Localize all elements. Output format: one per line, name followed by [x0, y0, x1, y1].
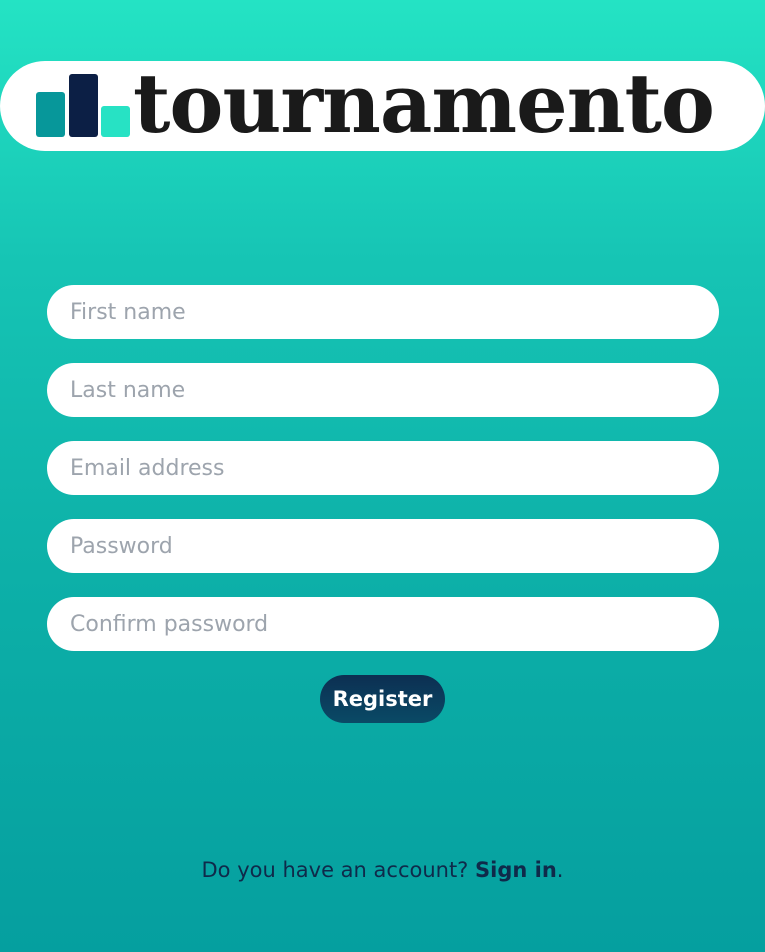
- email-field[interactable]: [47, 441, 719, 495]
- register-button[interactable]: Register: [320, 675, 445, 723]
- logo-bar-small: [101, 106, 130, 137]
- logo-wordmark: tournamento: [133, 57, 715, 152]
- signin-prompt-suffix: .: [556, 858, 564, 882]
- logo-bar-tall: [69, 74, 98, 137]
- signin-prompt-text: Do you have an account?: [201, 858, 476, 882]
- signin-prompt: Do you have an account? Sign in.: [0, 858, 765, 882]
- password-field[interactable]: [47, 519, 719, 573]
- bar-chart-icon: [36, 74, 132, 138]
- confirm-password-field[interactable]: [47, 597, 719, 651]
- logo-bar-short: [36, 92, 65, 137]
- last-name-field[interactable]: [47, 363, 719, 417]
- logo-banner: tournamento: [0, 57, 765, 152]
- first-name-field[interactable]: [47, 285, 719, 339]
- signin-link[interactable]: Sign in: [475, 858, 557, 882]
